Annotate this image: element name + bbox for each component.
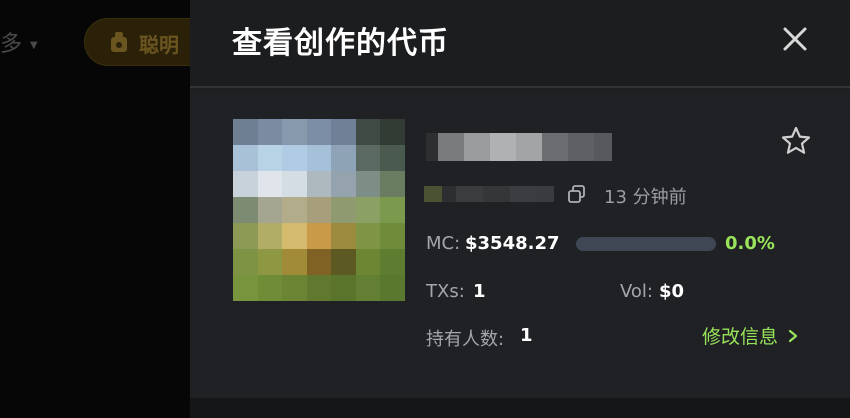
caret-down-icon: ▼ [30,39,38,51]
token-image [233,119,405,301]
drawer-title: 查看创作的代币 [232,26,449,61]
created-time: 13 分钟前 [604,187,687,208]
token-address-redacted [424,186,554,202]
holders-value: 1 [520,325,533,346]
vol-label: Vol: [620,281,653,302]
drawer-footer [190,398,850,418]
progress-percent: 0.0% [725,233,775,254]
bonding-progress-bar [576,237,716,251]
close-icon[interactable] [778,22,812,56]
copy-icon[interactable] [567,184,587,204]
drawer-header: 查看创作的代币 [190,0,850,88]
txs-value: 1 [473,281,486,302]
token-card[interactable]: 13 分钟前 MC: $3548.27 0.0% TXs: 1 Vol: $0 … [190,92,850,398]
created-tokens-drawer: 查看创作的代币 13 分钟前 MC: $3548.27 0.0% TXs: 1 … [190,0,850,418]
pill-label: 聪明 [139,33,179,57]
more-label: 多 [0,32,23,57]
chevron-right-icon [788,329,798,342]
vol-value: $0 [659,281,685,302]
edit-info-link[interactable]: 修改信息 [702,322,798,349]
bag-icon [111,32,127,52]
holders-label: 持有人数: [426,329,505,350]
mc-label: MC: [426,233,461,254]
edit-info-label: 修改信息 [702,326,779,348]
token-name-redacted [426,133,612,161]
mc-value: $3548.27 [465,233,560,254]
more-menu[interactable]: 多 ▼ [0,26,38,58]
txs-label: TXs: [426,281,465,302]
star-icon[interactable] [780,125,812,157]
